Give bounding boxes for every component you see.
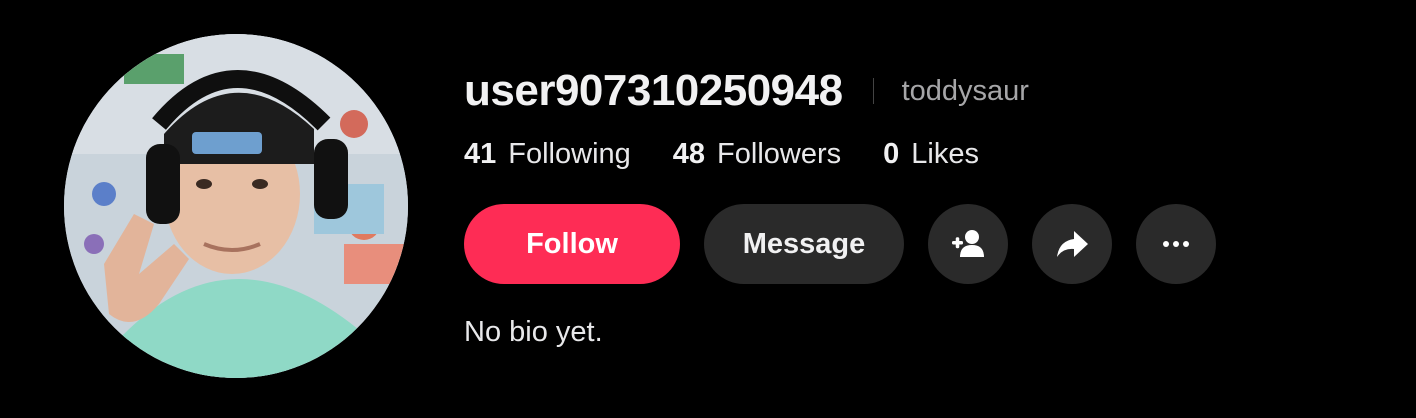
following-count: 41 [464,137,497,170]
likes-label: Likes [911,137,979,170]
profile-info: user907310250948 toddysaur 41 Following … [464,62,1364,349]
nickname: toddysaur [901,75,1029,107]
title-row: user907310250948 toddysaur [464,62,1364,120]
stat-followers[interactable]: 48 Followers [673,138,841,171]
stat-following[interactable]: 41 Following [464,138,631,171]
stat-likes: 0 Likes [883,138,979,171]
avatar[interactable] [64,34,408,378]
follow-button[interactable]: Follow [464,204,680,284]
more-button[interactable] [1136,204,1216,284]
add-friend-icon [952,230,984,257]
message-button[interactable]: Message [704,204,904,284]
share-icon [1057,231,1088,257]
title-divider [872,78,874,104]
username: user907310250948 [464,66,843,115]
more-icon [1163,241,1189,247]
add-friend-button[interactable] [928,204,1008,284]
likes-count: 0 [883,137,900,170]
actions-row: Follow Message [464,204,1364,284]
followers-count: 48 [672,137,706,170]
profile-header: user907310250948 toddysaur 41 Following … [0,0,1416,418]
share-button[interactable] [1032,204,1112,284]
avatar-image [64,34,408,378]
bio-text: No bio yet. [464,316,603,348]
followers-label: Followers [717,137,842,170]
stats-row: 41 Following 48 Followers 0 Likes [464,124,1364,184]
following-label: Following [508,137,631,170]
